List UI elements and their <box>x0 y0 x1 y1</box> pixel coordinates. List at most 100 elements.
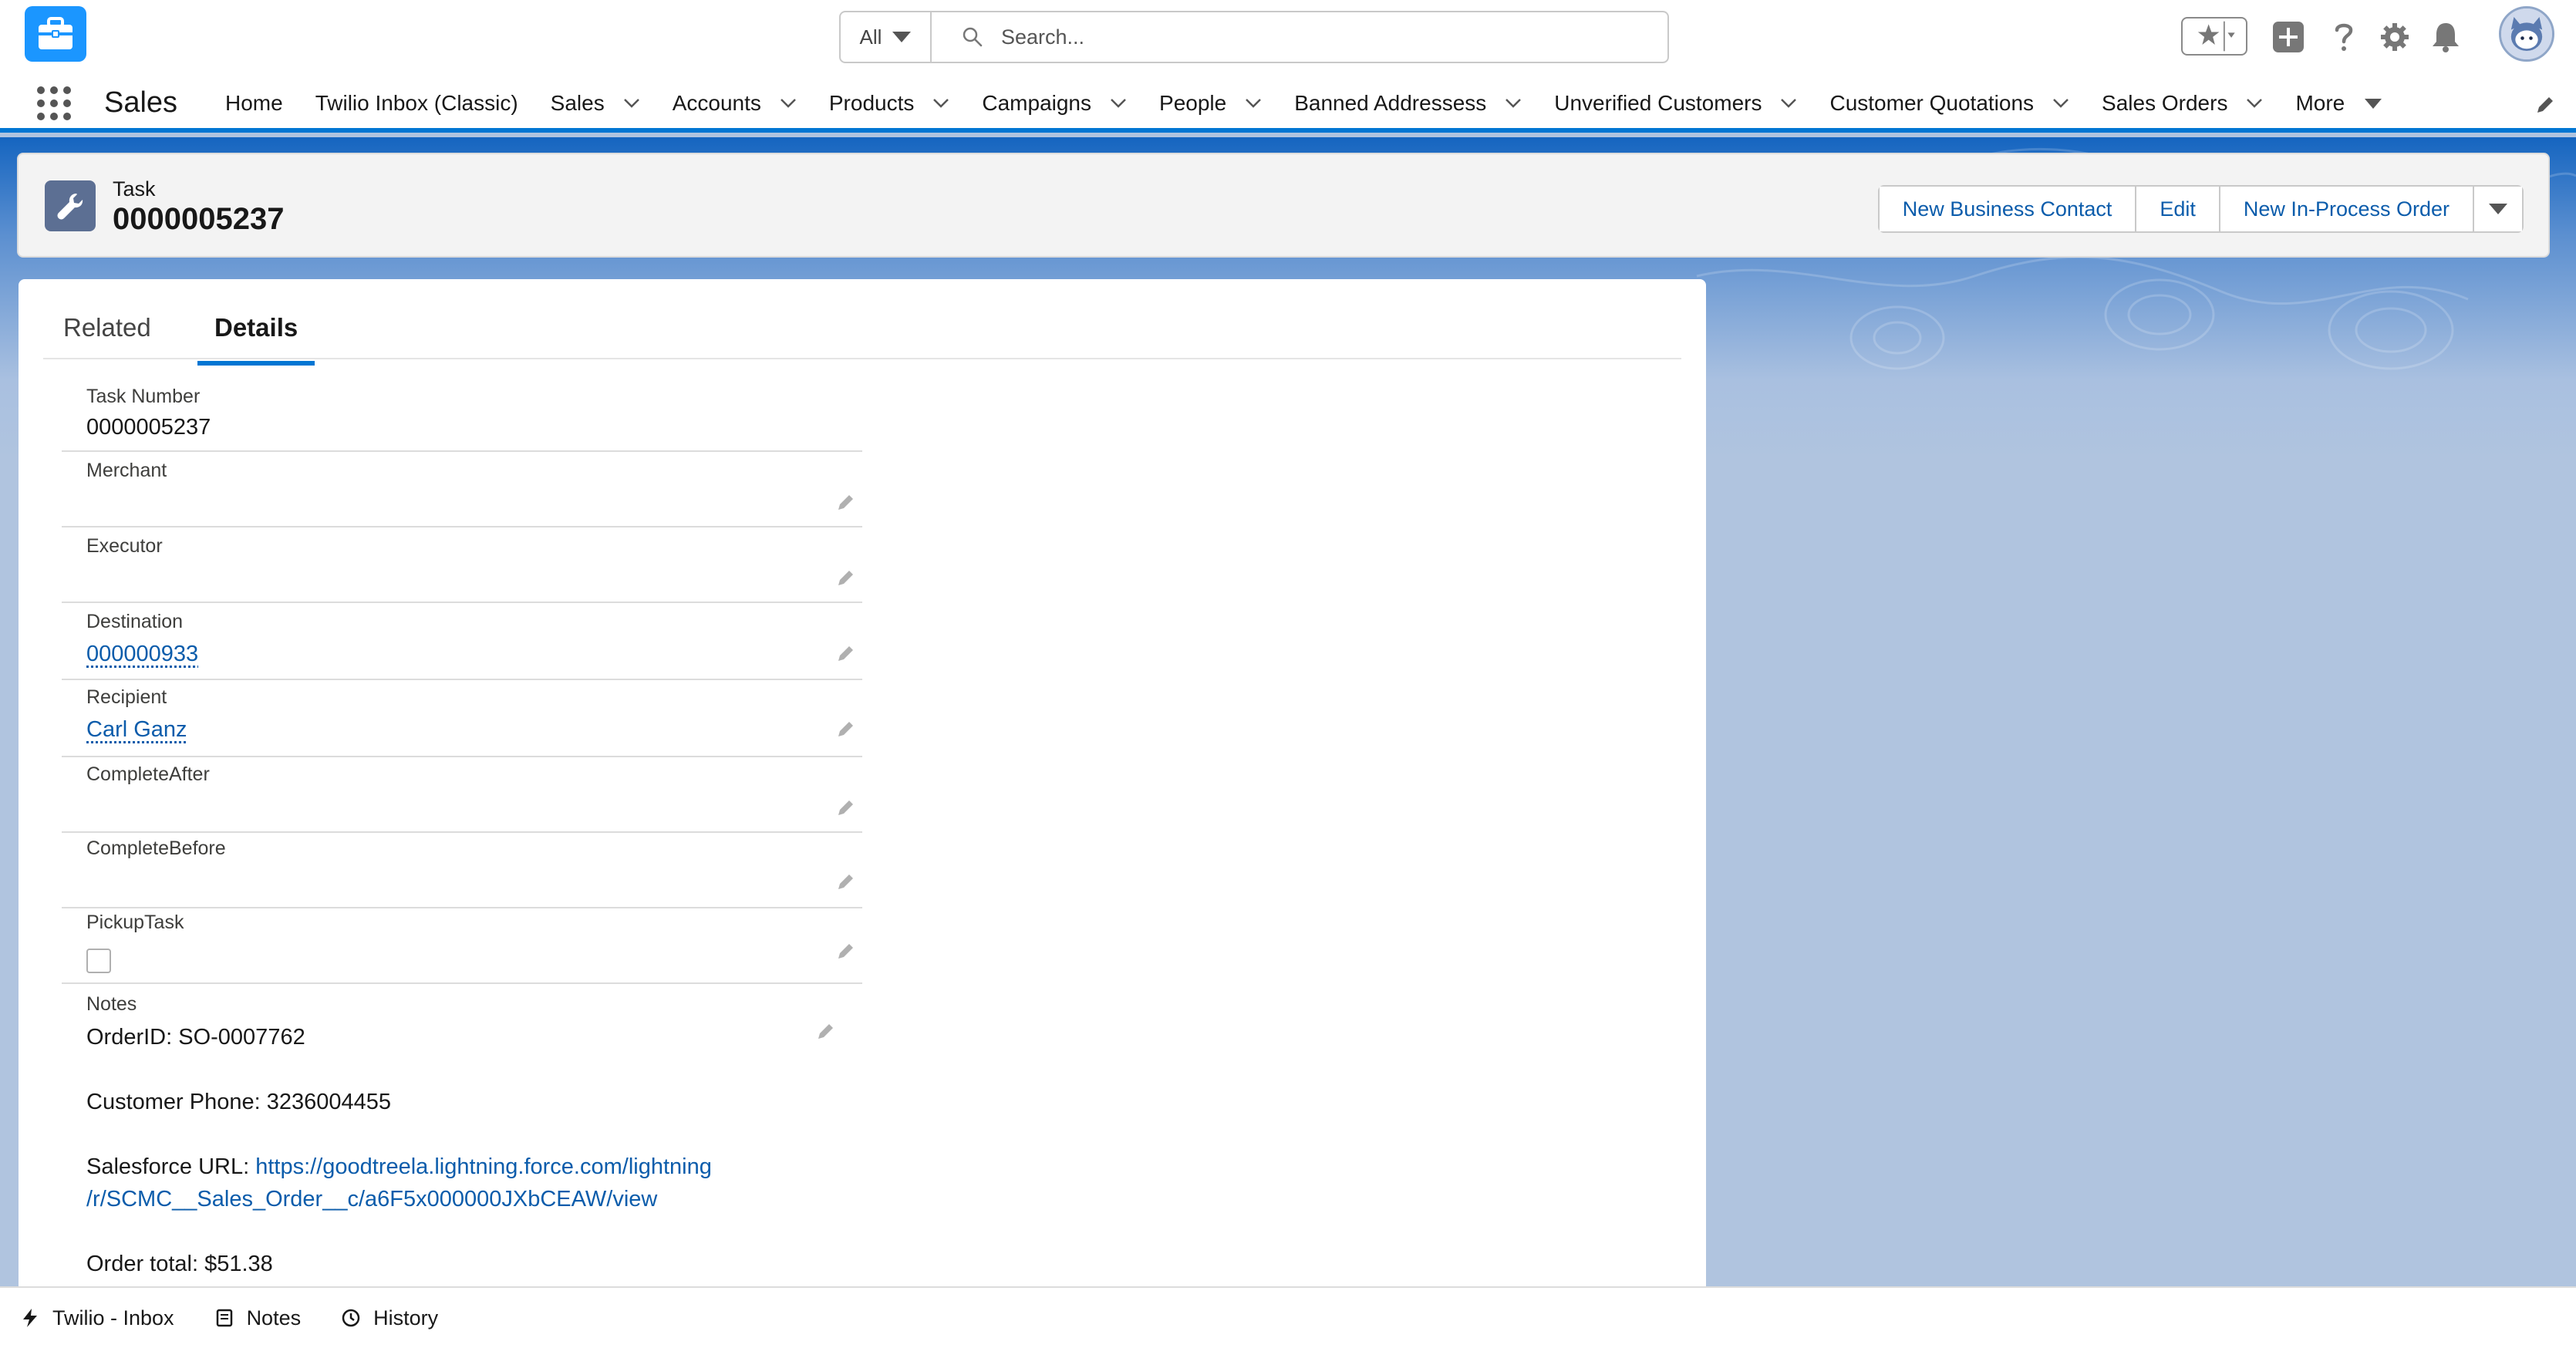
nav-item-customer-quotations[interactable]: Customer Quotations <box>1829 91 2069 116</box>
field-label: Task Number <box>86 386 201 407</box>
nav-item-label: Products <box>828 91 915 115</box>
chevron-down-icon[interactable] <box>1110 98 1127 109</box>
notes-salesforce-url: Salesforce URL: https://goodtreela.light… <box>86 1151 712 1215</box>
nav-item-products[interactable]: Products <box>829 91 950 116</box>
field-label: Merchant <box>86 460 167 481</box>
search-input[interactable] <box>1001 25 1667 49</box>
tab-related[interactable]: Related <box>63 313 151 358</box>
field-pickup-task: PickupTask <box>62 910 862 984</box>
chevron-down-icon[interactable] <box>780 98 797 109</box>
chevron-down-icon[interactable] <box>1505 98 1522 109</box>
field-destination: Destination 000000933 <box>62 605 862 680</box>
edit-pencil-icon[interactable] <box>836 492 856 512</box>
gear-icon <box>2381 23 2409 51</box>
nav-item-twilio-inbox-classic[interactable]: Twilio Inbox (Classic) <box>315 91 518 116</box>
setup-button[interactable] <box>2377 17 2412 57</box>
field-value: 0000005237 <box>86 415 211 440</box>
avatar-icon <box>2501 8 2552 59</box>
edit-button[interactable]: Edit <box>2136 187 2220 231</box>
chevron-down-icon[interactable] <box>932 98 949 109</box>
user-avatar[interactable] <box>2499 6 2554 62</box>
utility-twilio-inbox[interactable]: Twilio - Inbox <box>20 1306 174 1330</box>
caret-down-icon <box>892 32 912 42</box>
utility-label: History <box>373 1306 439 1329</box>
recipient-link[interactable]: Carl Ganz <box>86 717 187 743</box>
chevron-down-icon[interactable] <box>623 98 640 109</box>
search-scope-dropdown[interactable]: All <box>841 12 932 62</box>
edit-pencil-icon[interactable] <box>836 797 856 817</box>
utility-label: Twilio - Inbox <box>52 1306 174 1329</box>
field-task-number: Task Number 0000005237 <box>62 379 862 452</box>
nav-item-more[interactable]: More <box>2295 91 2382 116</box>
global-search: All <box>839 11 1669 63</box>
new-in-process-order-button[interactable]: New In-Process Order <box>2220 187 2474 231</box>
chevron-down-icon[interactable] <box>2052 98 2069 109</box>
edit-pencil-icon[interactable] <box>836 643 856 663</box>
app-launcher-icon[interactable] <box>37 86 71 120</box>
more-actions-button[interactable] <box>2474 187 2522 231</box>
add-icon <box>2273 22 2304 52</box>
chevron-down-icon[interactable] <box>1245 98 1262 109</box>
record-title: 0000005237 <box>113 202 285 236</box>
salesforce-url-link-continued[interactable]: /r/SCMC__Sales_Order__c/a6F5x000000JXbCE… <box>86 1187 657 1212</box>
field-label: CompleteBefore <box>86 837 226 859</box>
nav-item-label: Unverified Customers <box>1554 91 1762 115</box>
nav-item-accounts[interactable]: Accounts <box>673 91 797 116</box>
field-label: Recipient <box>86 686 167 708</box>
nav-item-sales-orders[interactable]: Sales Orders <box>2102 91 2263 116</box>
utility-bar: Twilio - Inbox Notes History <box>0 1286 2576 1348</box>
nav-item-label: Customer Quotations <box>1829 91 2035 115</box>
new-business-contact-button[interactable]: New Business Contact <box>1879 187 2137 231</box>
tab-details[interactable]: Details <box>197 313 315 366</box>
nav-item-label: Home <box>225 91 283 115</box>
nav-item-label: Accounts <box>672 91 761 115</box>
clock-icon <box>342 1309 360 1327</box>
notes-url-prefix: Salesforce URL: <box>86 1154 256 1179</box>
salesforce-url-link[interactable]: https://goodtreela.lightning.force.com/l… <box>255 1154 712 1179</box>
star-icon <box>2197 21 2235 52</box>
nav-item-banned-addressess[interactable]: Banned Addressess <box>1294 91 1522 116</box>
edit-pencil-icon[interactable] <box>836 941 856 961</box>
nav-item-label: Banned Addressess <box>1294 91 1487 115</box>
pickup-task-checkbox[interactable] <box>86 949 111 973</box>
field-complete-before: CompleteBefore <box>62 834 862 908</box>
record-tabs: Related Details <box>43 279 1681 366</box>
app-name: Sales <box>104 86 178 119</box>
nav-item-sales[interactable]: Sales <box>551 91 640 116</box>
record-header: Task 0000005237 New Business Contact Edi… <box>17 153 2550 258</box>
edit-nav-icon[interactable] <box>2534 94 2556 116</box>
destination-link[interactable]: 000000933 <box>86 642 198 667</box>
help-icon <box>2335 23 2353 51</box>
field-label: Destination <box>86 611 184 632</box>
notifications-button[interactable] <box>2428 17 2463 57</box>
chevron-down-icon[interactable] <box>2246 98 2263 109</box>
favorites-button[interactable] <box>2181 17 2247 56</box>
caret-down-icon <box>2489 204 2507 214</box>
nav-item-people[interactable]: People <box>1159 91 1262 116</box>
edit-pencil-icon[interactable] <box>816 1021 836 1041</box>
chevron-down-icon[interactable] <box>1780 98 1797 109</box>
app-nav-bar: Sales Home Twilio Inbox (Classic) Sales Acc… <box>0 74 2576 133</box>
notes-label: Notes <box>86 993 137 1015</box>
record-actions: New Business Contact Edit New In-Process… <box>1877 185 2524 233</box>
edit-pencil-icon[interactable] <box>836 568 856 588</box>
nav-items: Home Twilio Inbox (Classic) Sales Accounts P… <box>225 74 2414 133</box>
notes-customer-phone: Customer Phone: 3236004455 <box>86 1090 392 1114</box>
edit-pencil-icon[interactable] <box>836 871 856 891</box>
nav-item-home[interactable]: Home <box>225 91 283 116</box>
field-merchant: Merchant <box>62 453 862 527</box>
utility-notes[interactable]: Notes <box>214 1306 301 1330</box>
help-button[interactable] <box>2326 17 2362 57</box>
record-type-label: Task <box>113 177 156 201</box>
utility-history[interactable]: History <box>341 1306 438 1330</box>
caret-down-icon <box>2365 98 2382 109</box>
field-label: PickupTask <box>86 912 184 933</box>
global-actions-button[interactable] <box>2271 17 2306 57</box>
nav-item-unverified-customers[interactable]: Unverified Customers <box>1554 91 1797 116</box>
field-label: Executor <box>86 535 163 557</box>
task-wrench-icon <box>45 180 96 231</box>
edit-pencil-icon[interactable] <box>836 719 856 739</box>
nav-item-campaigns[interactable]: Campaigns <box>982 91 1127 116</box>
app-logo-icon[interactable] <box>25 6 86 62</box>
field-executor: Executor <box>62 529 862 603</box>
